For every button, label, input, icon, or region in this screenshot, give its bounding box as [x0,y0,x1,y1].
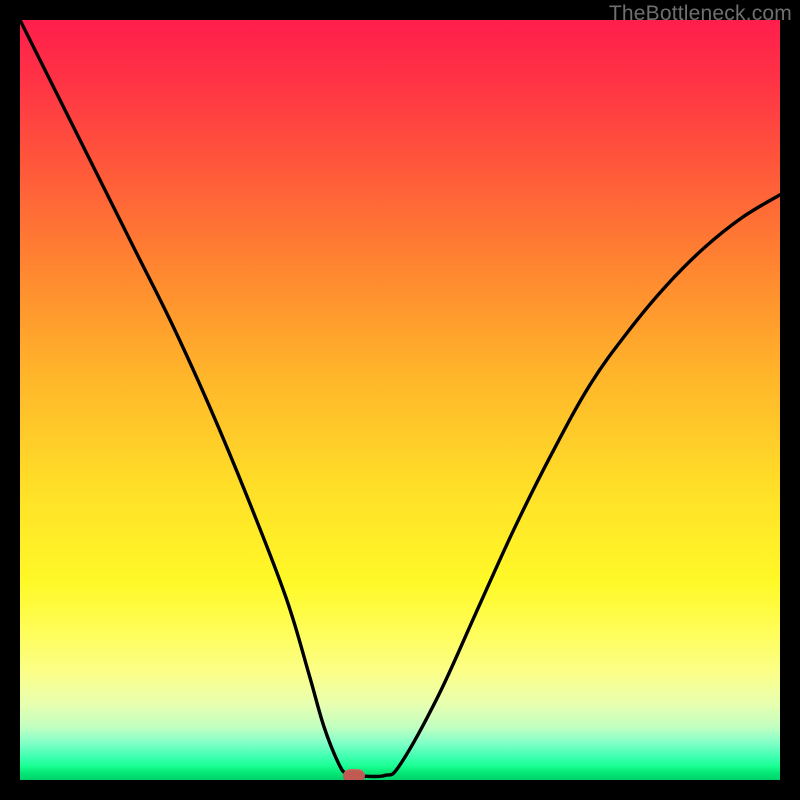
chart-frame: TheBottleneck.com [0,0,800,800]
plot-area [20,20,780,780]
bottleneck-curve [20,20,780,780]
optimum-marker [343,769,365,780]
